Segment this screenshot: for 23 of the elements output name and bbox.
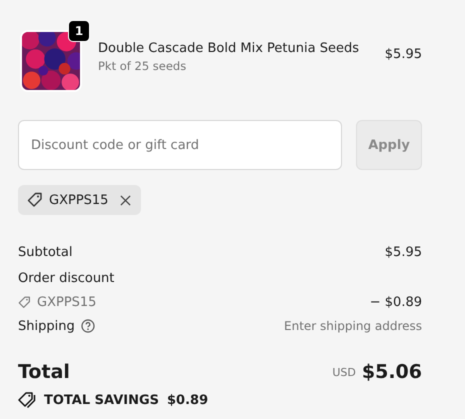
shipping-value: Enter shipping address (284, 319, 422, 333)
discount-label: Order discount (18, 270, 114, 286)
subtotal-value: $5.95 (384, 244, 422, 260)
currency: USD (332, 366, 356, 378)
total-value: $5.06 (362, 361, 422, 383)
subtotal-label: Subtotal (18, 244, 72, 260)
discount-field[interactable]: Discount code or gift card (18, 120, 342, 170)
savings-value: $0.89 (167, 392, 208, 408)
help-icon[interactable] (80, 319, 95, 333)
close-icon[interactable] (120, 194, 132, 206)
discount-amount: − $0.89 (370, 294, 422, 310)
discount-code: GXPPS15 (37, 294, 96, 310)
tag-icon (18, 296, 31, 308)
shipping-label: Shipping (18, 318, 75, 334)
savings-label: TOTAL SAVINGS (44, 392, 160, 408)
tags-icon (18, 391, 36, 409)
product-price: $5.95 (384, 46, 422, 62)
tag-icon (27, 192, 43, 208)
total-label: Total (18, 361, 70, 383)
quantity-badge: 1 (68, 20, 90, 42)
discount-code: GXPPS15 (49, 192, 108, 208)
product-name: Double Cascade Bold Mix Petunia Seeds (98, 41, 360, 56)
product-variant: Pkt of 25 seeds (98, 59, 188, 73)
